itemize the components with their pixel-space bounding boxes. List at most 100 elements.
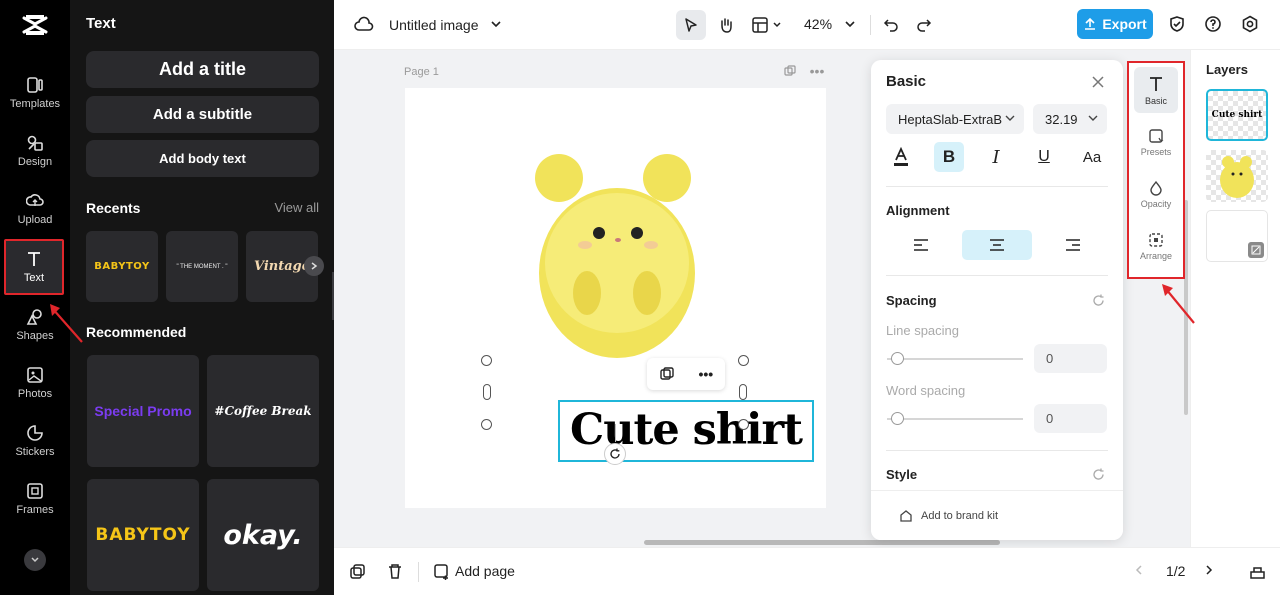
line-spacing-slider[interactable]	[887, 358, 1023, 360]
rail-label: Text	[23, 272, 45, 284]
brand-kit-icon	[900, 509, 912, 522]
settings-gear-icon[interactable]	[1239, 13, 1261, 35]
bold-button[interactable]: B	[934, 142, 964, 172]
rail-item-shapes[interactable]: Shapes	[0, 298, 70, 352]
recents-next-button[interactable]	[304, 256, 324, 276]
more-options-icon[interactable]: •••	[698, 366, 713, 382]
top-bar: Untitled image 42% Export	[334, 0, 1280, 50]
chevron-down-icon[interactable]	[489, 17, 503, 31]
tool-opacity[interactable]: Opacity	[1134, 171, 1178, 217]
layer-thumbnail-text[interactable]: Cute shirt	[1206, 89, 1268, 141]
rail-item-photos[interactable]: Photos	[0, 356, 70, 410]
slider-knob[interactable]	[891, 412, 904, 425]
prev-page-button[interactable]	[1131, 562, 1147, 578]
hand-tool-button[interactable]	[714, 13, 738, 37]
italic-button[interactable]: I	[981, 142, 1011, 172]
text-case-icon: Aa	[1082, 148, 1102, 166]
align-center-button[interactable]	[962, 230, 1032, 260]
layout-menu-button[interactable]	[750, 13, 786, 37]
recommended-text-style[interactable]: okay.	[207, 479, 319, 591]
add-page-icon[interactable]	[431, 561, 451, 581]
tool-label: Opacity	[1140, 198, 1172, 209]
next-page-button[interactable]	[1201, 562, 1217, 578]
capcut-logo-icon[interactable]	[20, 10, 50, 40]
resize-handle-left[interactable]	[483, 384, 491, 400]
add-to-brand-kit-button[interactable]: Add to brand kit	[871, 490, 1123, 540]
duplicate-page-icon[interactable]	[783, 64, 797, 78]
rail-item-frames[interactable]: Frames	[0, 472, 70, 526]
export-button[interactable]: Export	[1077, 9, 1153, 39]
rotate-connector	[615, 424, 616, 442]
undo-button[interactable]	[880, 13, 902, 35]
add-body-text-button[interactable]: Add body text	[86, 140, 319, 177]
tool-arrange[interactable]: Arrange	[1134, 223, 1178, 269]
line-spacing-input[interactable]: 0	[1034, 344, 1107, 373]
bear-sticker-image[interactable]	[517, 148, 717, 358]
background-icon	[1248, 242, 1264, 258]
align-right-button[interactable]	[1038, 230, 1108, 260]
rail-item-design[interactable]: Design	[0, 124, 70, 178]
toolbar-divider	[870, 15, 871, 35]
layer-thumbnail-background[interactable]	[1206, 210, 1268, 262]
zoom-level[interactable]: 42%	[804, 16, 832, 32]
align-right-icon	[1066, 239, 1080, 251]
canvas-text-element[interactable]: Cute shirt	[561, 401, 811, 459]
rail-item-stickers[interactable]: Stickers	[0, 414, 70, 468]
resize-handle-right[interactable]	[739, 384, 747, 400]
chevron-down-icon	[1088, 115, 1098, 121]
duplicate-page-button[interactable]	[347, 561, 367, 581]
word-spacing-slider[interactable]	[887, 418, 1023, 420]
recent-text-style[interactable]: " THE MOMENT . "	[166, 231, 238, 302]
rail-label: Upload	[17, 214, 53, 226]
help-icon[interactable]	[1202, 13, 1224, 35]
recommended-text-style[interactable]: BABYTOY	[87, 479, 199, 591]
underline-button[interactable]: U	[1029, 142, 1059, 172]
resize-handle-bottom-left[interactable]	[481, 419, 492, 430]
horizontal-scrollbar[interactable]	[644, 540, 1000, 545]
file-name[interactable]: Untitled image	[389, 17, 479, 33]
export-label: Export	[1102, 16, 1147, 32]
add-subtitle-button[interactable]: Add a subtitle	[86, 96, 319, 133]
rotate-handle[interactable]	[604, 443, 626, 465]
resize-handle-bottom-right[interactable]	[738, 419, 749, 430]
rail-item-templates[interactable]: Templates	[0, 66, 70, 120]
more-chevron-icon[interactable]	[24, 549, 46, 571]
slider-knob[interactable]	[891, 352, 904, 365]
rail-item-upload[interactable]: Upload	[0, 182, 70, 236]
tool-label: Basic	[1144, 95, 1167, 106]
redo-button[interactable]	[913, 13, 935, 35]
add-page-button[interactable]: Add page	[455, 563, 515, 579]
add-title-button[interactable]: Add a title	[86, 51, 319, 88]
resize-handle-top-right[interactable]	[738, 355, 749, 366]
recent-text-style[interactable]: BABYTOY	[86, 231, 158, 302]
delete-page-button[interactable]	[385, 561, 405, 581]
font-family-select[interactable]: HeptaSlab-ExtraB	[886, 104, 1024, 134]
recommended-text-style[interactable]: #Coffee Break	[207, 355, 319, 467]
text-color-button[interactable]	[886, 142, 916, 172]
reset-icon[interactable]	[1092, 294, 1105, 312]
tool-basic[interactable]: Basic	[1134, 67, 1178, 113]
shield-icon[interactable]	[1166, 13, 1188, 35]
zoom-chevron-down-icon[interactable]	[843, 17, 857, 31]
design-icon	[27, 135, 43, 151]
text-icon	[28, 252, 40, 266]
align-left-button[interactable]	[886, 230, 956, 260]
reset-icon[interactable]	[1092, 468, 1105, 486]
cloud-icon[interactable]	[354, 15, 374, 35]
font-family-value: HeptaSlab-ExtraB	[898, 111, 1003, 127]
tool-presets[interactable]: Presets	[1134, 119, 1178, 165]
close-icon[interactable]	[1091, 75, 1105, 94]
text-case-button[interactable]: Aa	[1077, 142, 1107, 172]
panel-title: Text	[86, 15, 116, 32]
resize-handle-top-left[interactable]	[481, 355, 492, 366]
page-manager-button[interactable]	[1247, 561, 1267, 581]
page-more-icon[interactable]: •••	[808, 63, 826, 79]
view-all-link[interactable]: View all	[274, 200, 319, 215]
layer-thumbnail-bear[interactable]	[1206, 150, 1268, 202]
font-size-select[interactable]: 32.19	[1033, 104, 1107, 134]
word-spacing-input[interactable]: 0	[1034, 404, 1107, 433]
duplicate-icon[interactable]	[659, 366, 675, 382]
recommended-text-style[interactable]: Special Promo	[87, 355, 199, 467]
select-tool-button[interactable]	[676, 10, 706, 40]
rail-item-text[interactable]: Text	[4, 239, 64, 295]
